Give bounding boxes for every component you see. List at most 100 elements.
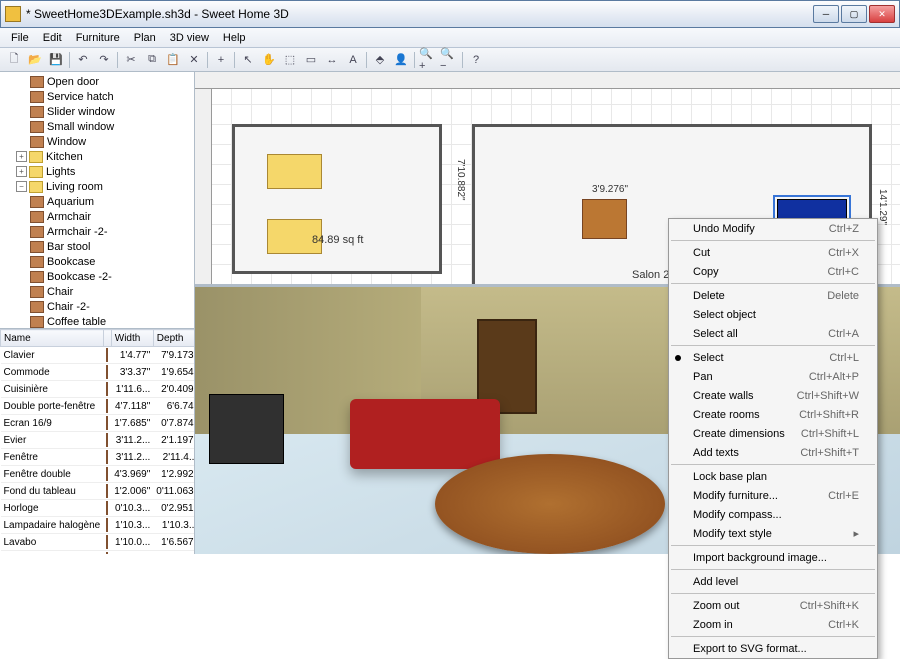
table-row[interactable]: Horloge0'10.3...0'2.951"0'10.3...✓ bbox=[1, 500, 195, 517]
select-tool[interactable]: ↖ bbox=[238, 50, 258, 70]
ctx-add-level[interactable]: Add level bbox=[669, 572, 877, 591]
catalog-tree[interactable]: Open doorService hatchSlider windowSmall… bbox=[0, 72, 194, 329]
menu-furniture[interactable]: Furniture bbox=[69, 30, 127, 46]
ctx-export-to-svg-format---[interactable]: Export to SVG format... bbox=[669, 639, 877, 658]
table-row[interactable]: Lavabo1'10.0...1'6.567"3'2.189"✓ bbox=[1, 534, 195, 551]
delete-button[interactable]: ✕ bbox=[184, 50, 204, 70]
ctx-create-rooms[interactable]: Create roomsCtrl+Shift+R bbox=[669, 405, 877, 424]
save-button[interactable]: 💾 bbox=[46, 50, 66, 70]
tree-item[interactable]: Bookcase -2- bbox=[2, 269, 192, 284]
tree-item[interactable]: Small window bbox=[2, 119, 192, 134]
tree-item[interactable]: Slider window bbox=[2, 104, 192, 119]
maximize-button[interactable]: ▢ bbox=[841, 5, 867, 23]
close-button[interactable]: ✕ bbox=[869, 5, 895, 23]
col-header[interactable]: Depth bbox=[153, 330, 194, 347]
ctx-cut[interactable]: CutCtrl+X bbox=[669, 243, 877, 262]
furniture-table[interactable]: NameWidthDepthHeightC...Visi...Clavier1'… bbox=[0, 329, 194, 554]
ctx-zoom-in[interactable]: Zoom inCtrl+K bbox=[669, 615, 877, 634]
text-tool[interactable]: A bbox=[343, 50, 363, 70]
table-3d bbox=[435, 454, 665, 554]
sofa-3d bbox=[350, 399, 500, 469]
table-row[interactable]: Fenêtre double4'3.969"1'2.992"4'3.748"✓ bbox=[1, 466, 195, 483]
table-row[interactable]: Lave linge1'11.6...1'11.6...2'9.465"✓ bbox=[1, 551, 195, 555]
tree-item[interactable]: Chair -2- bbox=[2, 299, 192, 314]
ctx-modify-compass---[interactable]: Modify compass... bbox=[669, 505, 877, 524]
context-menu[interactable]: Undo ModifyCtrl+Z CutCtrl+XCopyCtrl+C Dele… bbox=[668, 218, 878, 659]
tree-item[interactable]: Service hatch bbox=[2, 89, 192, 104]
tree-category[interactable]: +Kitchen bbox=[2, 149, 192, 164]
ctx-modify-text-style[interactable]: Modify text style▸ bbox=[669, 524, 877, 543]
col-header[interactable]: Width bbox=[111, 330, 153, 347]
zoom-out-button[interactable]: 🔍− bbox=[439, 50, 459, 70]
title-bar: * SweetHome3DExample.sh3d - Sweet Home 3… bbox=[0, 0, 900, 28]
ctx-undo-modify[interactable]: Undo ModifyCtrl+Z bbox=[669, 219, 877, 238]
ctx-select[interactable]: SelectCtrl+L bbox=[669, 348, 877, 367]
ctx-create-walls[interactable]: Create wallsCtrl+Shift+W bbox=[669, 386, 877, 405]
menu-file[interactable]: File bbox=[4, 30, 36, 46]
table-plan[interactable] bbox=[582, 199, 627, 239]
col-header[interactable] bbox=[103, 330, 111, 347]
tree-item[interactable]: Coffee table bbox=[2, 314, 192, 329]
tree-item[interactable]: Armchair -2- bbox=[2, 224, 192, 239]
room-tool[interactable]: ▭ bbox=[301, 50, 321, 70]
cut-button[interactable]: ✂ bbox=[121, 50, 141, 70]
minimize-button[interactable]: ─ bbox=[813, 5, 839, 23]
ctx-copy[interactable]: CopyCtrl+C bbox=[669, 262, 877, 281]
help-button[interactable]: ? bbox=[466, 50, 486, 70]
app-icon bbox=[5, 6, 21, 22]
ctx-select-all[interactable]: Select allCtrl+A bbox=[669, 324, 877, 343]
menu-plan[interactable]: Plan bbox=[127, 30, 163, 46]
undo-button[interactable]: ↶ bbox=[73, 50, 93, 70]
tree-item[interactable]: Chair bbox=[2, 284, 192, 299]
tree-item[interactable]: Aquarium bbox=[2, 194, 192, 209]
ctx-create-dimensions[interactable]: Create dimensionsCtrl+Shift+L bbox=[669, 424, 877, 443]
dim-label: 7'10.882" bbox=[455, 159, 466, 201]
bed-plan-1[interactable] bbox=[267, 154, 322, 189]
table-row[interactable]: Commode3'3.37"1'9.654"2'7.496"✓ bbox=[1, 364, 195, 381]
3d-walk-button[interactable]: 👤 bbox=[391, 50, 411, 70]
tree-item[interactable]: Window bbox=[2, 134, 192, 149]
tree-item[interactable]: Bar stool bbox=[2, 239, 192, 254]
redo-button[interactable]: ↷ bbox=[94, 50, 114, 70]
table-row[interactable]: Evier3'11.2...2'1.197"1'5.921"✓ bbox=[1, 432, 195, 449]
ctx-lock-base-plan[interactable]: Lock base plan bbox=[669, 467, 877, 486]
menu-help[interactable]: Help bbox=[216, 30, 253, 46]
window-title: * SweetHome3DExample.sh3d - Sweet Home 3… bbox=[26, 7, 813, 21]
table-row[interactable]: Fenêtre3'11.2...2'11.4...✓ bbox=[1, 449, 195, 466]
room-bedroom[interactable] bbox=[232, 124, 442, 274]
tree-item[interactable]: Bookcase bbox=[2, 254, 192, 269]
tree-category[interactable]: −Living room bbox=[2, 179, 192, 194]
dim-tool[interactable]: ↔ bbox=[322, 50, 342, 70]
table-row[interactable]: Ecran 16/91'7.685"0'7.874"1'3.748"✓ bbox=[1, 415, 195, 432]
add-furniture-button[interactable]: + bbox=[211, 50, 231, 70]
wall-tool[interactable]: ⬚ bbox=[280, 50, 300, 70]
table-row[interactable]: Double porte-fenêtre4'7.118"6'6.74"✓ bbox=[1, 398, 195, 415]
menu-3dview[interactable]: 3D view bbox=[163, 30, 216, 46]
table-row[interactable]: Cuisinière1'11.6...2'0.409"2'11.0...✓ bbox=[1, 381, 195, 398]
ctx-pan[interactable]: PanCtrl+Alt+P bbox=[669, 367, 877, 386]
ctx-add-texts[interactable]: Add textsCtrl+Shift+T bbox=[669, 443, 877, 462]
copy-button[interactable]: ⧉ bbox=[142, 50, 162, 70]
pan-tool[interactable]: ✋ bbox=[259, 50, 279, 70]
tree-item[interactable]: Armchair bbox=[2, 209, 192, 224]
new-button[interactable]: 🗋 bbox=[4, 50, 24, 70]
table-row[interactable]: Fond du tableau1'2.006"0'11.063"1'7.685"… bbox=[1, 483, 195, 500]
tree-category[interactable]: +Lights bbox=[2, 164, 192, 179]
col-header[interactable]: Name bbox=[1, 330, 104, 347]
open-button[interactable]: 📂 bbox=[25, 50, 45, 70]
zoom-in-button[interactable]: 🔍+ bbox=[418, 50, 438, 70]
tree-item[interactable]: Open door bbox=[2, 74, 192, 89]
toolbar: 🗋 📂 💾 ↶ ↷ ✂ ⧉ 📋 ✕ + ↖ ✋ ⬚ ▭ ↔ A ⬘ 👤 🔍+ 🔍… bbox=[0, 48, 900, 72]
table-row[interactable]: Clavier1'4.77"7'9.173"2'9.465"✓ bbox=[1, 347, 195, 364]
3d-top-button[interactable]: ⬘ bbox=[370, 50, 390, 70]
ctx-delete[interactable]: DeleteDelete bbox=[669, 286, 877, 305]
ctx-zoom-out[interactable]: Zoom outCtrl+Shift+K bbox=[669, 596, 877, 615]
ruler-horizontal bbox=[195, 72, 900, 89]
ctx-modify-furniture---[interactable]: Modify furniture...Ctrl+E bbox=[669, 486, 877, 505]
ctx-import-background-image---[interactable]: Import background image... bbox=[669, 548, 877, 567]
room-area-label: 84.89 sq ft bbox=[312, 234, 363, 246]
menu-edit[interactable]: Edit bbox=[36, 30, 69, 46]
table-row[interactable]: Lampadaire halogène1'10.3...1'10.3...5'1… bbox=[1, 517, 195, 534]
paste-button[interactable]: 📋 bbox=[163, 50, 183, 70]
ctx-select-object[interactable]: Select object bbox=[669, 305, 877, 324]
